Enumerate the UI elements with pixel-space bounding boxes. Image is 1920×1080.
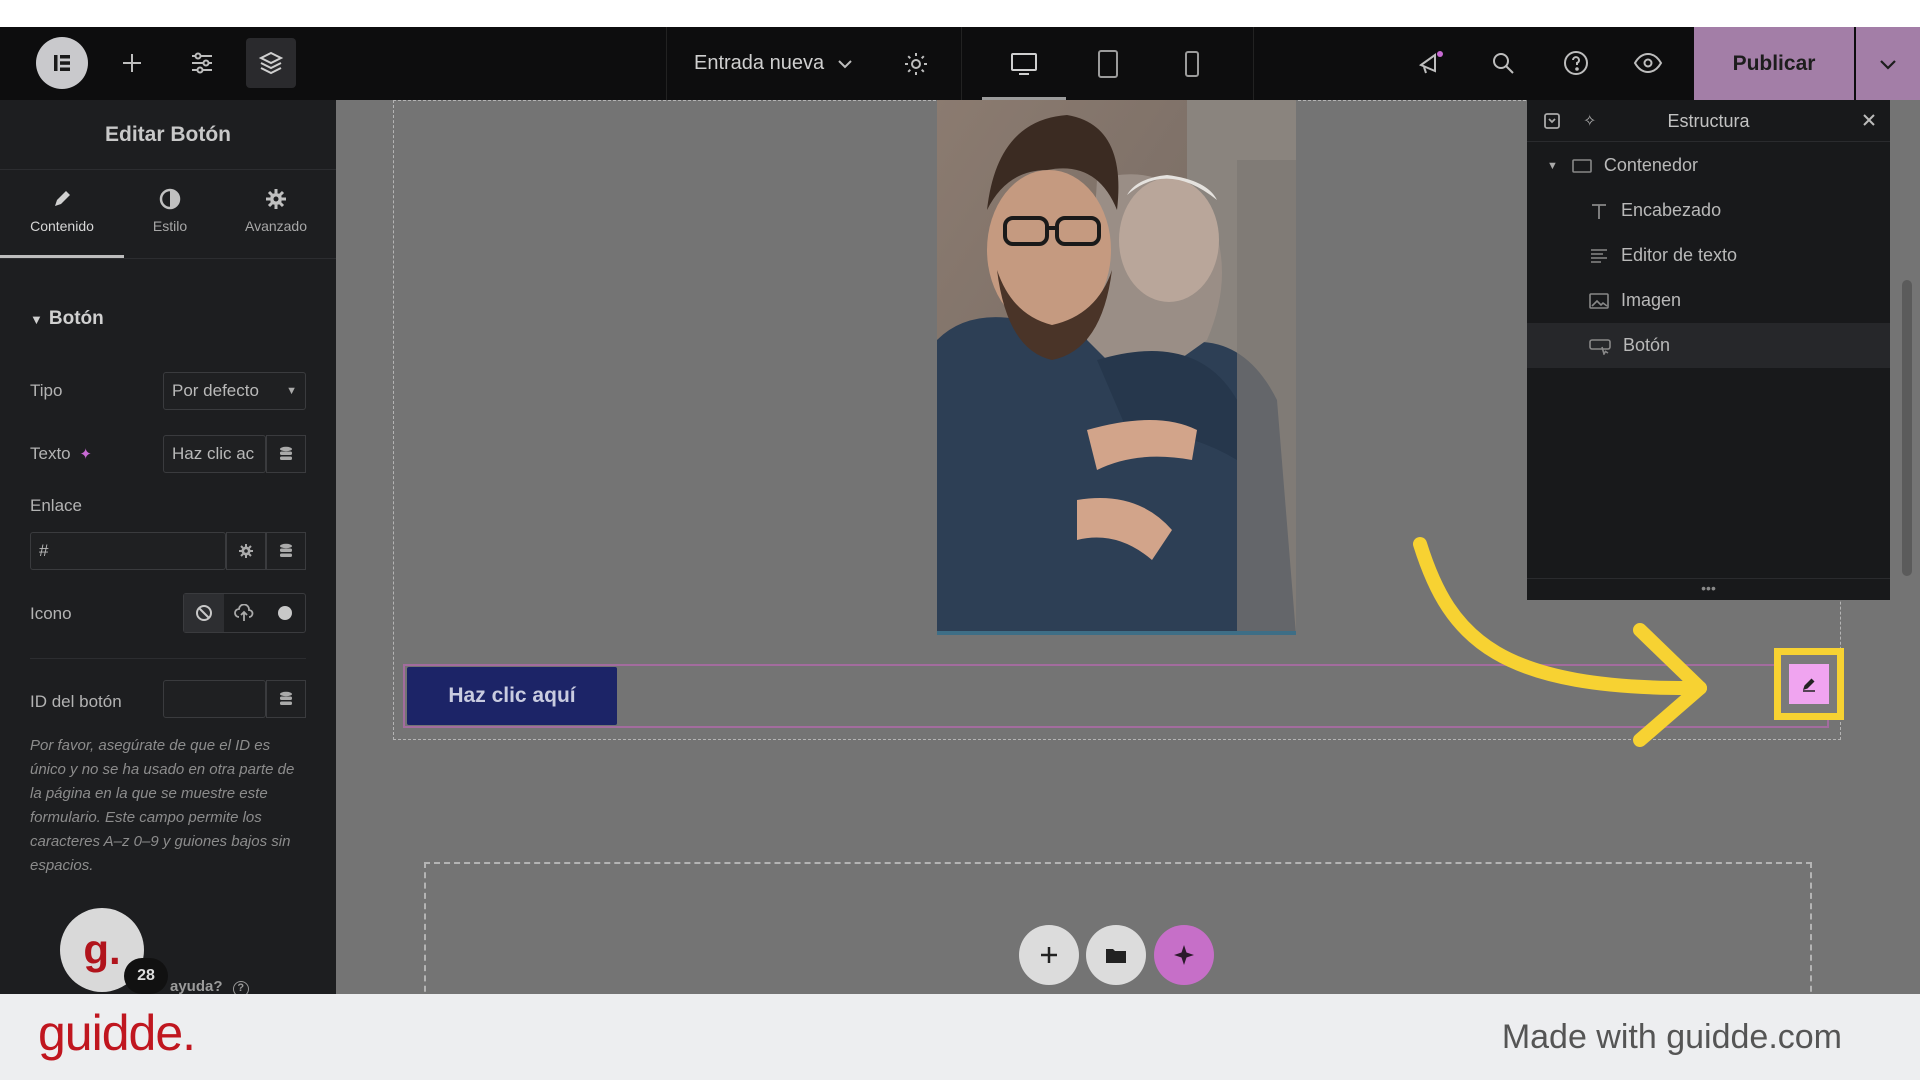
divider — [0, 258, 336, 259]
ai-sparkle-icon[interactable]: ✦ — [79, 446, 92, 463]
edit-widget-highlight — [1774, 648, 1844, 720]
structure-item-label: Editor de texto — [1621, 245, 1738, 265]
page-settings-gear-icon[interactable] — [902, 50, 930, 78]
texto-label-text: Texto — [30, 444, 71, 463]
hug-photo-image[interactable] — [937, 100, 1296, 635]
texto-label: Texto ✦ — [30, 444, 92, 464]
tab-label: Avanzado — [244, 218, 307, 234]
device-switcher — [962, 27, 1254, 100]
edit-panel: Editar Botón Contenido Estilo Avanzado ▼… — [0, 100, 336, 994]
structure-layers-icon[interactable] — [246, 38, 296, 88]
section-title: Botón — [48, 308, 104, 329]
document-title[interactable]: Entrada nueva — [694, 52, 824, 75]
structure-item-imagen[interactable]: Imagen — [1527, 278, 1890, 323]
structure-title: Estructura — [1667, 111, 1750, 131]
guidde-logo: guidde. — [38, 1005, 196, 1061]
close-icon[interactable] — [1862, 113, 1876, 127]
caret-down-icon: ▼ — [286, 385, 297, 397]
no-icon-ban-icon[interactable] — [184, 594, 225, 632]
caret-down-icon: ▼ — [30, 312, 43, 327]
panel-title: Editar Botón — [0, 100, 336, 170]
notification-count-badge: 28 — [124, 958, 168, 994]
tipo-select[interactable]: Por defecto ▼ — [163, 372, 306, 410]
desktop-view-icon[interactable] — [982, 27, 1066, 100]
tablet-view-icon[interactable] — [1066, 27, 1150, 100]
publish-button[interactable]: Publicar — [1694, 27, 1854, 100]
search-icon[interactable] — [1478, 38, 1528, 88]
icono-label: Icono — [30, 604, 72, 623]
structure-item-boton[interactable]: Botón — [1527, 323, 1890, 368]
link-options-gear-icon[interactable] — [226, 532, 266, 570]
chevron-down-icon[interactable] — [836, 55, 854, 73]
button-id-input[interactable] — [163, 680, 266, 718]
dynamic-tags-icon[interactable] — [266, 532, 306, 570]
enlace-label: Enlace — [30, 496, 82, 515]
contrast-icon — [159, 188, 181, 210]
enlace-input[interactable]: # — [30, 532, 226, 570]
more-dots-icon: ••• — [1701, 580, 1716, 596]
add-element-button[interactable] — [107, 38, 157, 88]
structure-item-editor-de-texto[interactable]: Editor de texto — [1527, 233, 1890, 278]
structure-item-contenedor[interactable]: ▼ Contenedor — [1527, 143, 1890, 188]
structure-item-label: Botón — [1623, 335, 1671, 355]
section-toggle-boton[interactable]: ▼ Botón — [30, 308, 104, 330]
resize-handle[interactable]: ••• — [1527, 578, 1890, 600]
icon-picker — [183, 593, 306, 633]
site-settings-icon[interactable] — [177, 38, 227, 88]
guidde-footer: guidde. Made with guidde.com — [0, 994, 1920, 1080]
publish-options-chevron-icon[interactable] — [1856, 27, 1920, 100]
structure-item-label: Imagen — [1621, 290, 1682, 310]
icon-library-circle-icon[interactable] — [265, 594, 305, 632]
gear-icon — [265, 188, 287, 210]
structure-item-label: Encabezado — [1621, 200, 1722, 220]
add-section-plus-icon[interactable] — [1019, 925, 1079, 985]
mobile-view-icon[interactable] — [1150, 27, 1234, 100]
structure-item-encabezado[interactable]: Encabezado — [1527, 188, 1890, 233]
structure-header: ✧ Estructura — [1527, 100, 1890, 142]
made-with-text: Made with guidde.com — [1501, 1018, 1842, 1056]
template-library-folder-icon[interactable] — [1086, 925, 1146, 985]
top-bar: Entrada nueva Publicar — [0, 27, 1920, 100]
caret-down-icon[interactable]: ▼ — [1547, 160, 1558, 172]
edit-pencil-icon[interactable] — [1789, 664, 1829, 704]
haz-clic-aqui-button[interactable]: Haz clic aquí — [407, 667, 617, 725]
text-editor-icon — [1589, 247, 1609, 265]
heading-icon — [1589, 201, 1609, 221]
tab-label: Estilo — [152, 218, 188, 234]
image-icon — [1589, 292, 1609, 310]
tipo-label: Tipo — [30, 381, 63, 400]
canvas-scrollbar[interactable] — [1902, 280, 1912, 576]
divider — [30, 658, 306, 659]
structure-item-label: Contenedor — [1603, 155, 1698, 175]
button-icon — [1589, 337, 1611, 355]
notifications-megaphone-icon[interactable] — [1406, 38, 1456, 88]
tab-avanzado[interactable]: Avanzado — [226, 188, 326, 258]
preview-eye-icon[interactable] — [1623, 38, 1673, 88]
tab-label: Contenido — [30, 218, 94, 234]
tab-estilo[interactable]: Estilo — [120, 188, 220, 258]
upload-svg-icon[interactable] — [224, 594, 264, 632]
button-id-help-text: Por favor, asegúrate de que el ID es úni… — [30, 737, 295, 874]
button-id-label: ID del botón — [30, 692, 122, 711]
elementor-logo-icon[interactable] — [36, 37, 88, 89]
dynamic-tags-icon[interactable] — [266, 680, 306, 718]
tab-contenido[interactable]: Contenido — [12, 188, 112, 258]
help-icon[interactable] — [1551, 38, 1601, 88]
tipo-value: Por defecto — [172, 381, 259, 400]
document-menu[interactable]: Entrada nueva — [666, 27, 962, 100]
container-icon — [1572, 158, 1592, 174]
dynamic-tags-icon[interactable] — [266, 435, 306, 473]
pencil-icon — [51, 188, 73, 210]
texto-input[interactable]: Haz clic ac — [163, 435, 266, 473]
ai-sparkle-icon[interactable] — [1154, 925, 1214, 985]
help-link-text: ayuda? — [170, 978, 223, 995]
structure-panel: ✧ Estructura ▼ Contenedor Encabezado Edi… — [1527, 100, 1890, 600]
